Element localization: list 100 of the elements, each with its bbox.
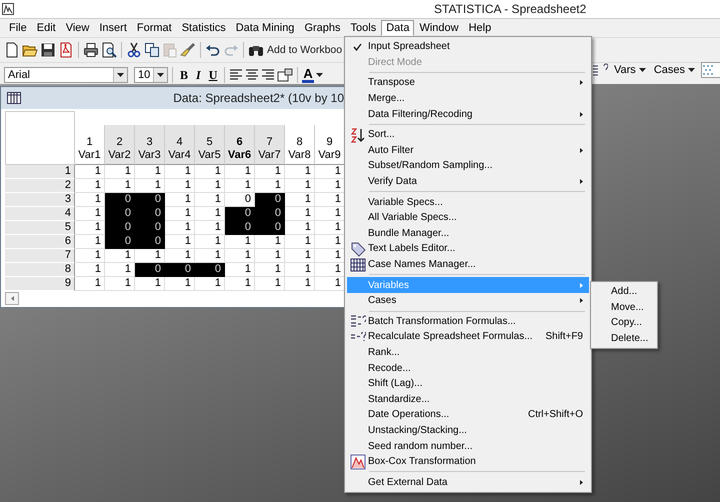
menu-item[interactable]: Shift (Lag)... bbox=[347, 376, 589, 392]
copy-icon[interactable] bbox=[144, 42, 160, 58]
print-preview-icon[interactable] bbox=[101, 42, 117, 58]
pdf-document-icon[interactable] bbox=[58, 42, 74, 58]
column-header[interactable]: 6 Var6 bbox=[225, 125, 255, 165]
menu-item[interactable]: Recode... bbox=[347, 360, 589, 376]
table-cell: 1 bbox=[285, 277, 315, 291]
underline-button[interactable]: U bbox=[206, 68, 220, 82]
menu-bar-item[interactable]: Insert bbox=[94, 20, 132, 36]
formula-icon bbox=[350, 314, 366, 328]
menu-bar-item[interactable]: Statistics bbox=[176, 20, 231, 36]
submenu-item[interactable]: Delete... bbox=[591, 330, 657, 346]
pattern-dropdown[interactable] bbox=[701, 62, 720, 78]
menu-bar-item[interactable]: Window bbox=[414, 20, 464, 36]
menu-item[interactable]: All Variable Specs... bbox=[347, 210, 589, 226]
vars-dropdown[interactable]: Vars bbox=[612, 64, 648, 76]
menu-item[interactable]: Get External Data bbox=[347, 474, 589, 490]
menu-item[interactable]: Variable Specs... bbox=[347, 194, 589, 210]
menu-item[interactable]: Case Names Manager... bbox=[347, 256, 589, 272]
table-cell: 1 bbox=[75, 277, 105, 291]
column-header[interactable]: 8 Var8 bbox=[285, 125, 315, 165]
row-header[interactable]: 4 bbox=[5, 207, 75, 221]
printer-icon[interactable] bbox=[83, 42, 99, 58]
menu-bar-item[interactable]: Help bbox=[464, 20, 496, 36]
menu-item[interactable]: Recalculate Spreadsheet Formulas... Shift+F9 bbox=[347, 329, 589, 345]
row-header[interactable]: 6 bbox=[5, 235, 75, 249]
align-center-icon[interactable] bbox=[245, 69, 260, 81]
row-header[interactable]: 9 bbox=[5, 277, 75, 291]
row-header[interactable]: 5 bbox=[5, 221, 75, 235]
scroll-left-button[interactable] bbox=[5, 292, 19, 305]
table-cell: 0 bbox=[255, 193, 285, 207]
row-header[interactable]: 7 bbox=[5, 249, 75, 263]
align-right-icon[interactable] bbox=[261, 69, 276, 81]
menu-item[interactable]: Transpose bbox=[347, 75, 589, 91]
scissors-icon[interactable] bbox=[126, 42, 142, 58]
column-header[interactable]: 3 Var3 bbox=[135, 125, 165, 165]
menu-item[interactable]: Cases bbox=[347, 292, 589, 308]
menu-bar-item[interactable]: Tools bbox=[346, 20, 382, 36]
spreadsheet-title: Data: Spreadsheet2* (10v by 10 bbox=[173, 91, 344, 105]
table-cell: 0 bbox=[105, 207, 135, 221]
menu-item[interactable]: Seed random number... bbox=[347, 438, 589, 454]
menu-item[interactable]: Input Spreadsheet bbox=[347, 39, 589, 55]
menu-item[interactable]: Merge... bbox=[347, 90, 589, 106]
menu-item[interactable]: Subset/Random Sampling... bbox=[347, 158, 589, 174]
menu-item[interactable]: Sort... bbox=[347, 126, 589, 143]
dot-pattern-icon bbox=[702, 64, 714, 76]
row-header[interactable]: 1 bbox=[5, 165, 75, 179]
menu-bar-item[interactable]: Edit bbox=[32, 20, 61, 36]
undo-icon[interactable] bbox=[205, 42, 221, 58]
formula-icon[interactable] bbox=[592, 63, 608, 77]
table-cell: 1 bbox=[255, 277, 285, 291]
submenu-item[interactable]: Move... bbox=[591, 300, 657, 316]
row-header[interactable]: 3 bbox=[5, 193, 75, 207]
font-field[interactable]: Arial bbox=[4, 67, 128, 83]
menu-item[interactable]: Box-Cox Transformation bbox=[347, 454, 589, 470]
row-header[interactable]: 2 bbox=[5, 179, 75, 193]
menu-bar-item[interactable]: File bbox=[4, 20, 32, 36]
cases-dropdown[interactable]: Cases bbox=[652, 64, 697, 76]
window-title: STATISTICA - Spreadsheet2 bbox=[433, 2, 588, 16]
brush-icon[interactable] bbox=[180, 42, 196, 58]
menu-item[interactable]: Bundle Manager... bbox=[347, 226, 589, 242]
menu-bar-item[interactable]: Graphs bbox=[299, 20, 346, 36]
menu-bar-item[interactable]: View bbox=[60, 20, 94, 36]
table-cell: 1 bbox=[255, 235, 285, 249]
column-header[interactable]: 5 Var5 bbox=[195, 125, 225, 165]
italic-button[interactable]: I bbox=[193, 68, 204, 82]
submenu-arrow-icon bbox=[580, 282, 583, 288]
menu-item[interactable]: Unstacking/Stacking... bbox=[347, 422, 589, 438]
table-cell: 1 bbox=[195, 235, 225, 249]
menu-item[interactable]: Batch Transformation Formulas... bbox=[347, 314, 589, 330]
floppy-icon[interactable] bbox=[40, 42, 56, 58]
menu-bar-item[interactable]: Format bbox=[132, 20, 177, 36]
submenu-item[interactable]: Copy... bbox=[591, 315, 657, 331]
column-header[interactable]: 7 Var7 bbox=[255, 125, 285, 165]
table-cell: 1 bbox=[225, 235, 255, 249]
menu-item[interactable]: Date Operations... Ctrl+Shift+O bbox=[347, 407, 589, 423]
column-header[interactable]: 4 Var4 bbox=[165, 125, 195, 165]
menu-bar-item[interactable]: Data Mining bbox=[230, 20, 300, 36]
table-cell: 1 bbox=[255, 165, 285, 179]
dropdown-arrow-icon bbox=[688, 68, 695, 72]
table-cell: 0 bbox=[255, 221, 285, 235]
menu-item[interactable]: Data Filtering/Recoding bbox=[347, 106, 589, 122]
menu-item[interactable]: Auto Filter bbox=[347, 142, 589, 158]
row-header[interactable]: 8 bbox=[5, 263, 75, 277]
font-size-field[interactable]: 10 bbox=[134, 67, 168, 83]
sort-icon bbox=[350, 126, 366, 143]
menu-item[interactable]: Rank... bbox=[347, 344, 589, 360]
column-header[interactable]: 2 Var2 bbox=[105, 125, 135, 165]
new-document-icon[interactable] bbox=[4, 42, 20, 58]
menu-bar-item[interactable]: Data bbox=[381, 20, 414, 36]
merge-cells-icon[interactable] bbox=[277, 68, 294, 82]
column-header[interactable]: 1 Var1 bbox=[75, 125, 105, 165]
align-left-icon[interactable] bbox=[229, 69, 244, 81]
menu-item[interactable]: Standardize... bbox=[347, 391, 589, 408]
bold-button[interactable]: B bbox=[177, 68, 192, 82]
menu-item[interactable]: Text Labels Editor... bbox=[347, 241, 589, 257]
submenu-arrow-icon bbox=[580, 148, 583, 153]
submenu-item[interactable]: Add... bbox=[591, 284, 657, 300]
add-to-workbook-button[interactable]: Add to Workboo bbox=[266, 44, 344, 56]
menu-item[interactable]: Verify Data bbox=[347, 174, 589, 190]
